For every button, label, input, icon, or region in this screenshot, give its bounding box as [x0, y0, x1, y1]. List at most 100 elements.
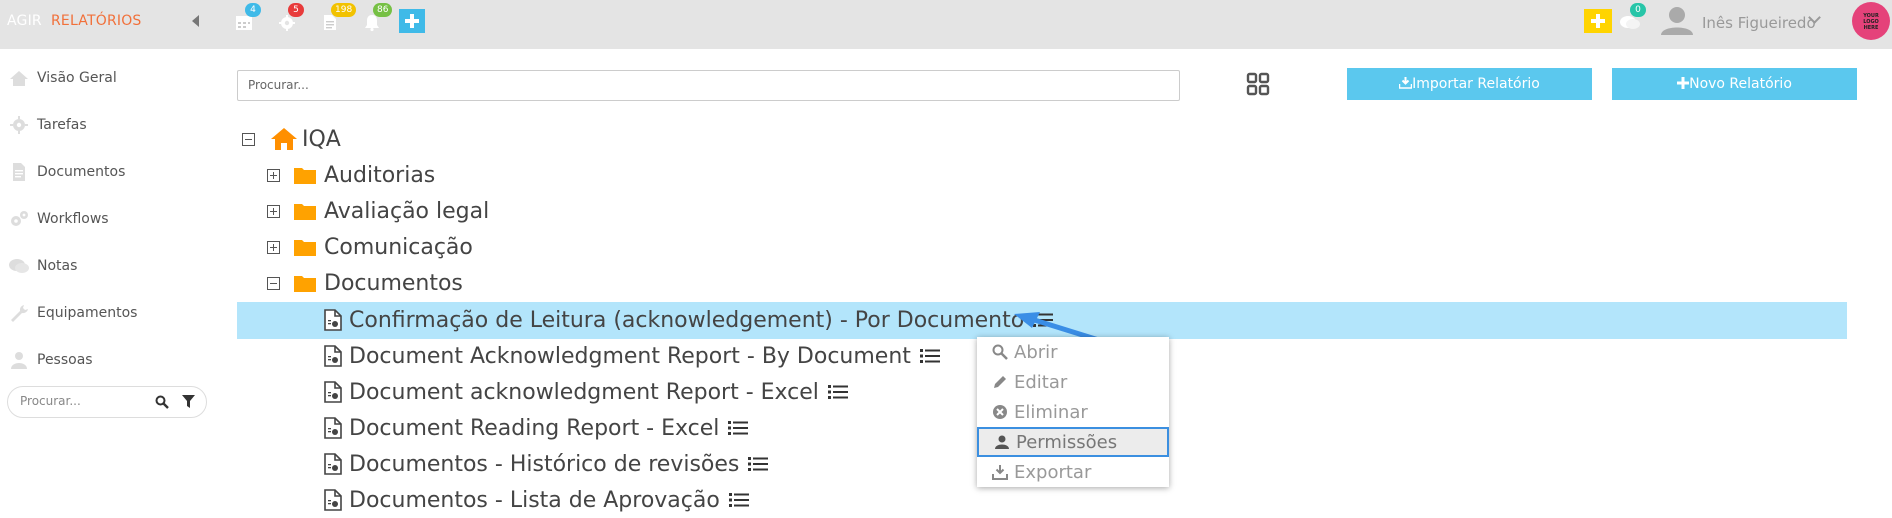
folder-label: Avaliação legal — [324, 198, 490, 224]
menu-item-eliminar[interactable]: Eliminar — [977, 397, 1169, 427]
folder-label: Documentos — [324, 270, 463, 296]
wrench-icon — [11, 305, 28, 322]
tree-node-root[interactable]: IQA — [242, 124, 341, 154]
user-name[interactable]: Inês Figueiredo — [1702, 14, 1816, 32]
import-icon — [1398, 77, 1413, 89]
collapse-toggle[interactable] — [242, 132, 255, 146]
folder-icon — [294, 276, 316, 292]
grid-view-icon[interactable] — [1246, 72, 1270, 96]
report-document-icon — [324, 345, 342, 367]
report-label: Documentos - Histórico de revisões — [349, 451, 740, 477]
list-menu-icon[interactable] — [728, 420, 749, 436]
search-icon — [992, 344, 1008, 360]
report-document-icon — [324, 489, 342, 511]
report-search-input[interactable] — [248, 78, 1148, 92]
import-report-button[interactable]: Importar Relatório — [1347, 68, 1592, 100]
folder-icon — [294, 168, 316, 184]
folder-icon — [294, 204, 316, 220]
list-menu-icon[interactable] — [728, 492, 749, 508]
tree-report-item[interactable]: Document Reading Report - Excel — [323, 413, 749, 443]
new-report-button[interactable]: Novo Relatório — [1612, 68, 1857, 100]
menu-item-abrir[interactable]: Abrir — [977, 337, 1169, 367]
sidebar-item-label: Workflows — [37, 211, 109, 227]
plus-icon — [1677, 77, 1690, 89]
report-document-icon — [324, 309, 342, 331]
remove-icon — [993, 405, 1007, 419]
documents-badge: 198 — [331, 3, 357, 17]
menu-item-label: Abrir — [1014, 341, 1058, 363]
brand-agir[interactable]: AGIR — [7, 13, 42, 29]
collapse-sidebar-icon[interactable] — [192, 15, 199, 27]
list-menu-icon[interactable] — [827, 384, 848, 400]
folder-label: Auditorias — [324, 162, 436, 188]
sidebar-item-tarefas[interactable]: Tarefas — [8, 113, 87, 137]
notifications-badge: 86 — [373, 3, 393, 17]
report-label: Document Acknowledgment Report - By Docu… — [349, 343, 911, 369]
tree-report-item[interactable]: Documentos - Lista de Aprovação — [323, 485, 749, 515]
plus-icon — [1591, 14, 1605, 28]
quick-add-button[interactable] — [399, 9, 425, 33]
menu-item-label: Permissões — [1016, 431, 1118, 453]
top-bar: AGIR RELATÓRIOS 4 5 198 86 0 Inês Figuei… — [0, 0, 1892, 49]
calendar-button[interactable]: 4 — [234, 3, 261, 34]
expand-toggle[interactable] — [267, 240, 280, 254]
menu-item-permissoes[interactable]: Permissões — [977, 427, 1169, 457]
list-menu-icon[interactable] — [748, 456, 769, 472]
report-search — [237, 70, 1180, 101]
pencil-icon — [994, 376, 1006, 388]
gear-icon — [10, 116, 28, 134]
folder-label: Comunicação — [324, 234, 473, 260]
sidebar-search-input[interactable] — [20, 394, 150, 408]
person-icon — [11, 352, 27, 369]
user-avatar-icon[interactable] — [1659, 5, 1695, 35]
sidebar-item-notas[interactable]: Notas — [8, 254, 77, 278]
expand-toggle[interactable] — [267, 168, 280, 182]
report-document-icon — [324, 453, 342, 475]
tree-folder[interactable]: Comunicação — [267, 232, 473, 262]
tasks-badge: 5 — [288, 3, 304, 17]
tree-folder[interactable]: Avaliação legal — [267, 196, 489, 226]
notifications-button[interactable]: 86 — [362, 3, 393, 34]
plus-icon — [405, 14, 419, 28]
sidebar-item-label: Tarefas — [37, 117, 87, 133]
tree-folder-expanded[interactable]: Documentos — [267, 268, 463, 298]
report-label: Documentos - Lista de Aprovação — [349, 487, 720, 513]
brand-section[interactable]: RELATÓRIOS — [51, 13, 142, 29]
home-icon — [271, 128, 297, 150]
sidebar-search — [7, 386, 207, 418]
menu-item-label: Exportar — [1014, 461, 1092, 483]
tree-report-item[interactable]: Documentos - Histórico de revisões — [323, 449, 769, 479]
sidebar-item-visao-geral[interactable]: Visão Geral — [8, 66, 117, 90]
new-item-button[interactable] — [1584, 9, 1612, 33]
messages-badge: 0 — [1630, 3, 1646, 17]
report-document-icon — [324, 417, 342, 439]
tree-report-item[interactable]: Document acknowledgment Report - Excel — [323, 377, 848, 407]
menu-item-exportar[interactable]: Exportar — [977, 457, 1169, 487]
sidebar-item-label: Documentos — [37, 164, 126, 180]
documents-button[interactable]: 198 — [320, 3, 357, 34]
folder-icon — [294, 240, 316, 256]
sidebar-item-equipamentos[interactable]: Equipamentos — [8, 301, 137, 325]
search-icon[interactable] — [155, 395, 169, 409]
filter-icon[interactable] — [182, 395, 195, 409]
menu-item-label: Eliminar — [1014, 401, 1088, 423]
list-menu-icon[interactable] — [919, 348, 940, 364]
menu-item-editar[interactable]: Editar — [977, 367, 1169, 397]
sidebar-item-documentos[interactable]: Documentos — [8, 160, 125, 184]
report-label: Confirmação de Leitura (acknowledgement)… — [349, 307, 1025, 333]
tree-root-label: IQA — [302, 126, 341, 152]
sidebar-item-pessoas[interactable]: Pessoas — [8, 348, 93, 372]
tasks-button[interactable]: 5 — [277, 3, 304, 34]
sidebar-item-workflows[interactable]: Workflows — [8, 207, 109, 231]
expand-toggle[interactable] — [267, 204, 280, 218]
report-label: Document acknowledgment Report - Excel — [349, 379, 819, 405]
collapse-toggle[interactable] — [267, 276, 280, 290]
company-logo: YOUR LOGO HERE — [1852, 2, 1890, 40]
tree-report-item[interactable]: Document Acknowledgment Report - By Docu… — [323, 341, 940, 371]
gears-icon — [11, 211, 28, 226]
messages-button[interactable]: 0 — [1619, 3, 1646, 34]
tree-report-item[interactable]: Confirmação de Leitura (acknowledgement)… — [323, 305, 1054, 335]
sidebar-item-label: Notas — [37, 258, 78, 274]
import-report-label: Importar Relatório — [1412, 76, 1540, 92]
tree-folder[interactable]: Auditorias — [267, 160, 435, 190]
